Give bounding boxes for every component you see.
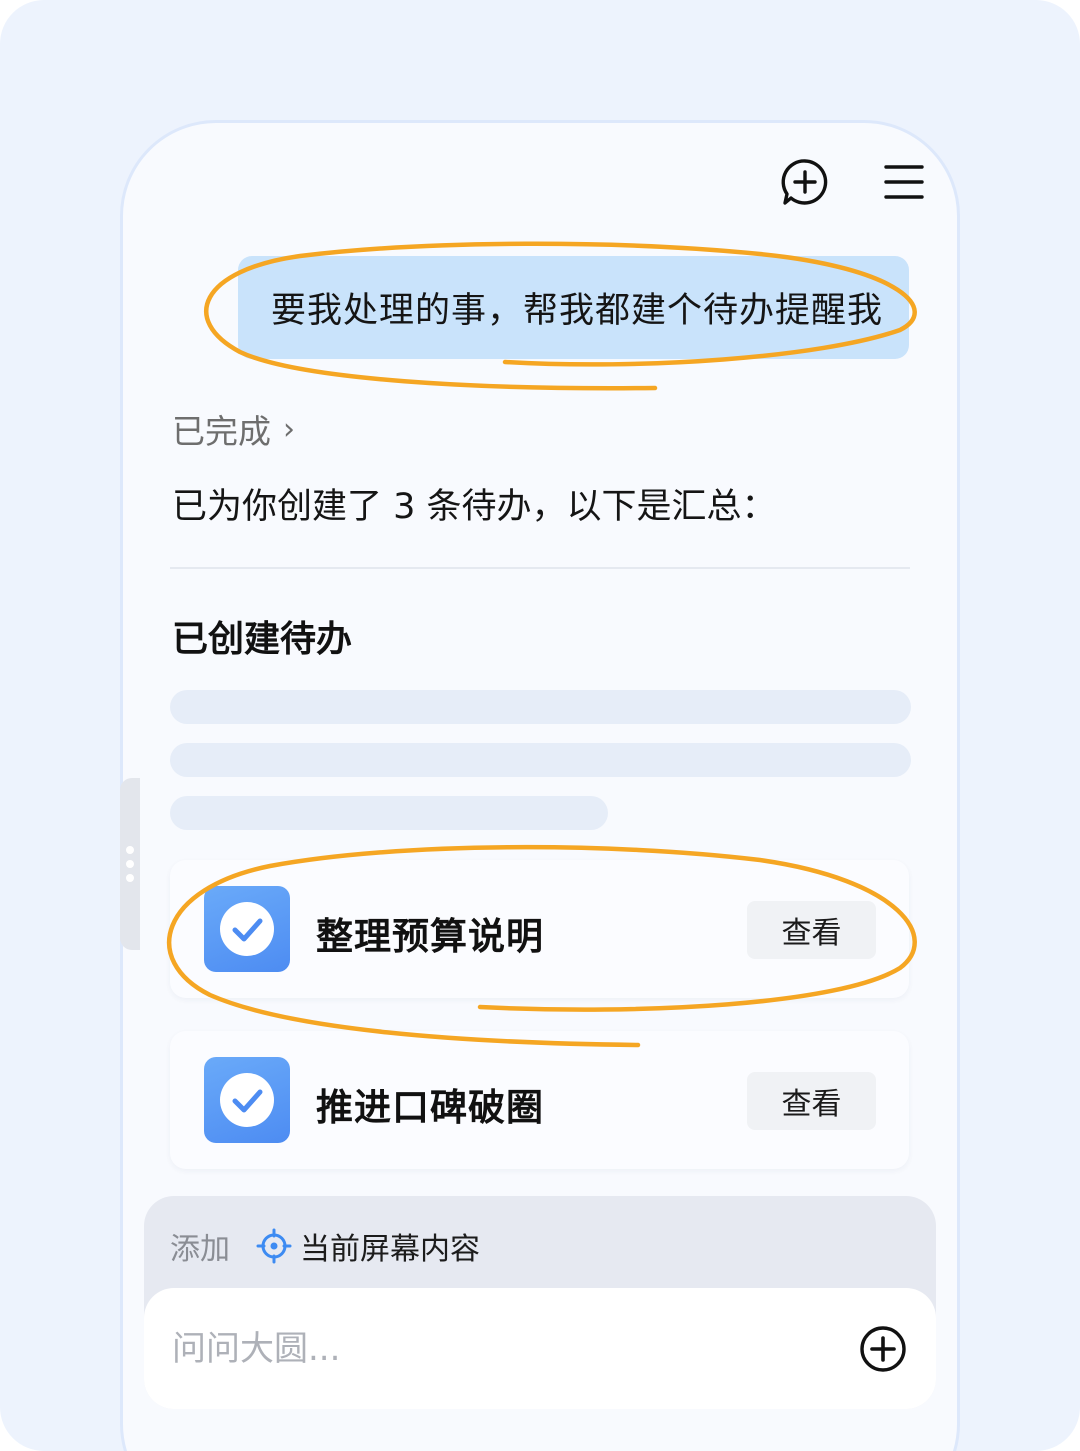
todo-card[interactable]: 推进口碑破圈 查看 bbox=[170, 1031, 909, 1169]
handle-dot bbox=[126, 860, 134, 868]
section-title: 已创建待办 bbox=[172, 619, 353, 660]
screen-context-chip[interactable]: 当前屏幕内容 bbox=[256, 1224, 480, 1268]
check-circle-icon bbox=[220, 902, 274, 956]
menu-icon bbox=[884, 165, 924, 199]
todo-title: 整理预算说明 bbox=[316, 915, 544, 958]
chevron-right-icon: › bbox=[283, 411, 295, 447]
view-todo-button[interactable]: 查看 bbox=[747, 901, 876, 959]
plus-circle-icon bbox=[860, 1326, 906, 1372]
todo-icon-tile bbox=[204, 886, 290, 972]
chat-composer: 添加 当前屏幕内容 bbox=[144, 1196, 936, 1409]
view-todo-button[interactable]: 查看 bbox=[747, 1072, 876, 1130]
assistant-summary-text: 已为你创建了 3 条待办，以下是汇总： bbox=[172, 487, 777, 527]
handle-dot bbox=[126, 846, 134, 854]
menu-button[interactable] bbox=[876, 154, 932, 210]
crosshair-target-icon bbox=[256, 1228, 292, 1264]
divider bbox=[170, 567, 910, 569]
task-status-toggle[interactable]: 已完成 › bbox=[172, 405, 295, 453]
attach-plus-button[interactable] bbox=[858, 1324, 908, 1374]
screen: 要我处理的事，帮我都建个待办提醒我 已完成 › 已为你创建了 3 条待办，以下是… bbox=[0, 0, 1080, 1451]
check-circle-icon bbox=[220, 1073, 274, 1127]
user-message-bubble: 要我处理的事，帮我都建个待办提醒我 bbox=[238, 256, 909, 359]
context-row: 添加 当前屏幕内容 bbox=[170, 1224, 480, 1268]
user-message-text: 要我处理的事，帮我都建个待办提醒我 bbox=[270, 291, 883, 331]
loading-skeleton-line bbox=[170, 796, 608, 830]
handle-dot bbox=[126, 874, 134, 882]
todo-icon-tile bbox=[204, 1057, 290, 1143]
message-input-box bbox=[144, 1288, 936, 1409]
loading-skeleton-line bbox=[170, 743, 911, 777]
todo-card[interactable]: 整理预算说明 查看 bbox=[170, 860, 909, 998]
new-chat-button[interactable] bbox=[777, 154, 833, 210]
new-chat-icon bbox=[781, 159, 828, 205]
status-label: 已完成 bbox=[172, 412, 271, 451]
message-input[interactable] bbox=[170, 1318, 834, 1380]
side-drag-handle[interactable] bbox=[120, 778, 140, 950]
loading-skeleton-line bbox=[170, 690, 911, 724]
add-context-label: 添加 bbox=[170, 1232, 230, 1267]
todo-title: 推进口碑破圈 bbox=[316, 1086, 544, 1129]
screen-context-label: 当前屏幕内容 bbox=[300, 1232, 480, 1267]
